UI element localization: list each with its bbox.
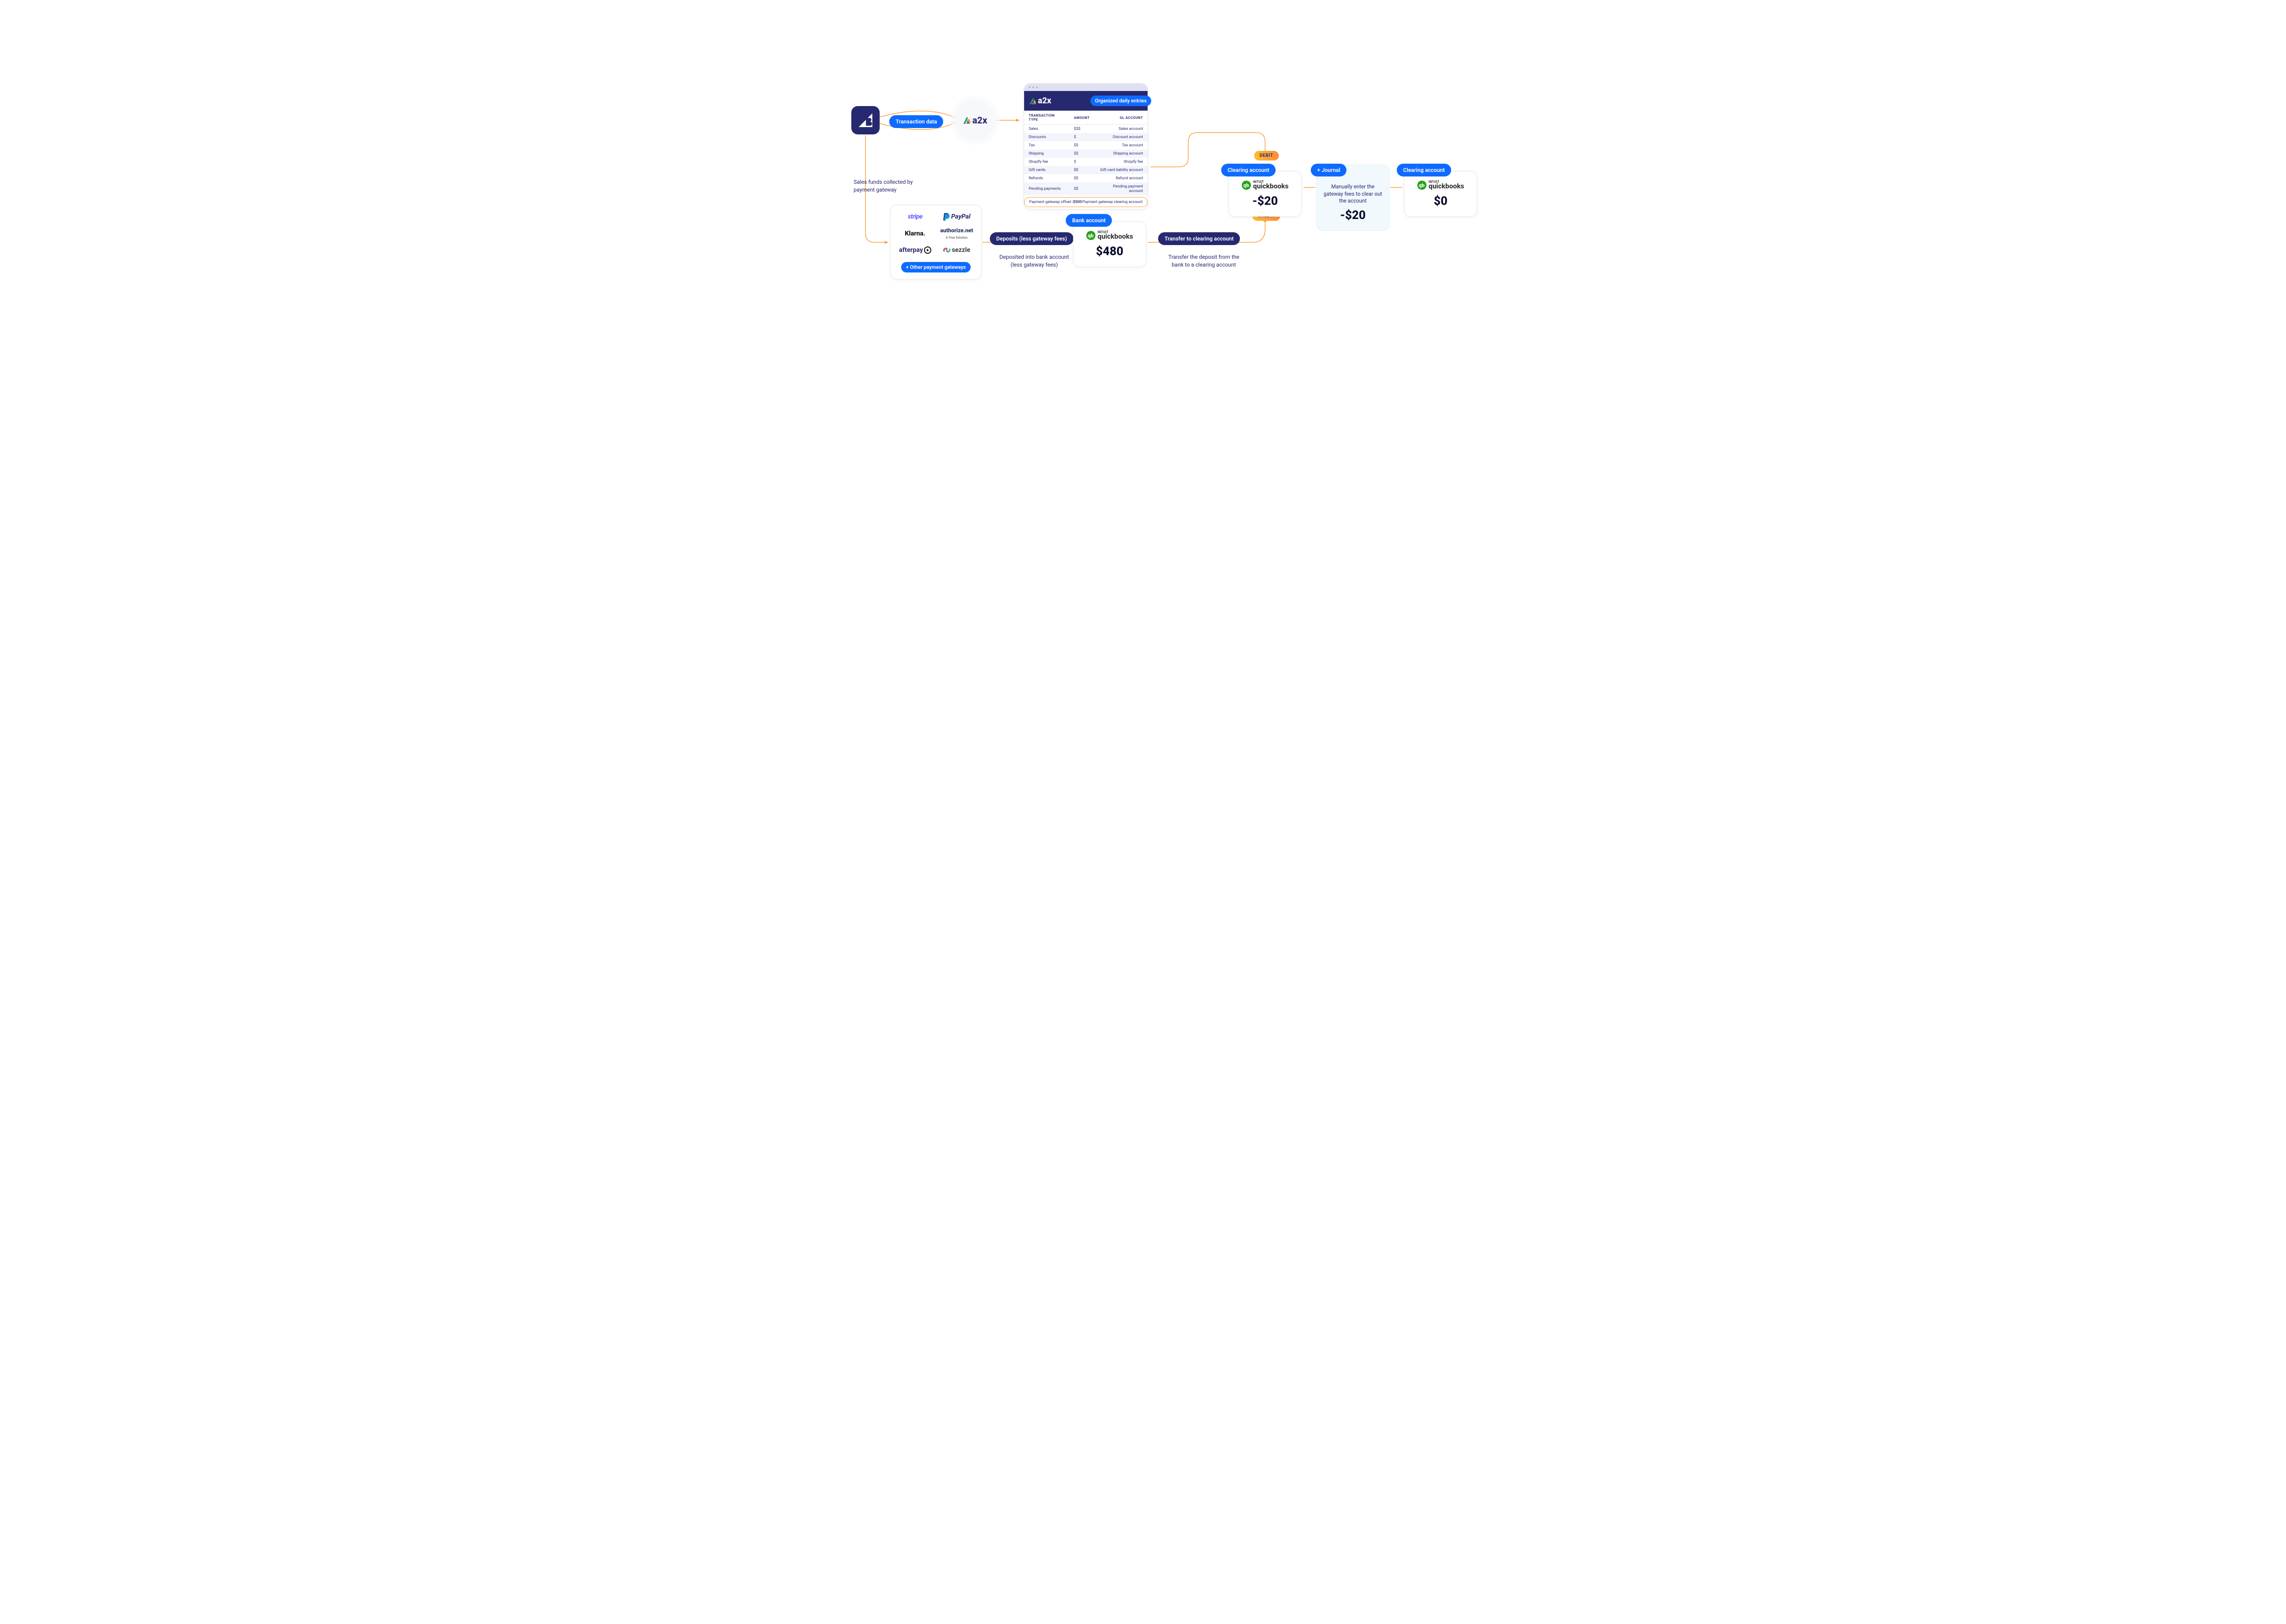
transaction-data-pill: Transaction data	[889, 115, 943, 128]
clearing-amount: -$20	[1234, 194, 1296, 208]
table-row: Refunds$$Refund account	[1024, 174, 1148, 182]
entries-table: TRANSACTION TYPE AMOUNT GL ACCOUNT Sales…	[1024, 111, 1148, 195]
a2x-logo-circle: a2x	[955, 100, 995, 140]
gateway-offset-row: Payment gateway offset -$500 Payment gat…	[1024, 197, 1148, 207]
table-row: Discounts$Discount account	[1024, 133, 1148, 141]
quickbooks-logo: qb INTUITquickbooks	[1234, 181, 1296, 190]
transfer-pill: Transfer to clearing account	[1158, 232, 1240, 245]
table-row: Sales$$$Sales account	[1024, 125, 1148, 134]
bigcommerce-logo	[851, 106, 880, 134]
table-row: Pending payments$$Pending payment accoun…	[1024, 182, 1148, 195]
bank-amount: $480	[1079, 245, 1140, 258]
other-gateways-pill: + Other payment gateways	[901, 262, 970, 272]
organized-entries-pill: Organized daily entries	[1090, 96, 1151, 106]
table-row: Gift cards$$Gift card liability account	[1024, 166, 1148, 174]
quickbooks-logo: qb INTUITquickbooks	[1410, 181, 1471, 190]
a2x-logo: a2x	[1030, 96, 1051, 106]
clearing-quickbooks-card-2: qb INTUITquickbooks $0	[1404, 171, 1477, 217]
clearing-account-pill-1: Clearing account	[1221, 164, 1276, 176]
a2x-entries-window: a2x Organized daily entries TRANSACTION …	[1024, 83, 1148, 209]
payment-gateways-card: stripe PayPal Klarna. authorize.net A Vi…	[890, 205, 982, 279]
clearing-account-pill-2: Clearing account	[1397, 164, 1451, 176]
journal-amount: -$20	[1322, 208, 1383, 222]
plus-journal-pill: + Journal	[1311, 164, 1346, 176]
quickbooks-logo: qb INTUITquickbooks	[1079, 231, 1140, 240]
table-row: Shopify fee$Shopify fee	[1024, 158, 1148, 166]
window-titlebar	[1024, 84, 1148, 91]
transfer-caption: Transfer the deposit from thebank to a c…	[1163, 253, 1245, 269]
authorizenet-logo: authorize.net A Visa Solution	[940, 227, 973, 240]
sales-funds-caption: Sales funds collected by payment gateway	[854, 178, 918, 194]
deposits-pill: Deposits (less gateway fees)	[990, 232, 1074, 245]
table-row: Shipping$$Shipping account	[1024, 150, 1148, 158]
final-amount: $0	[1410, 194, 1471, 208]
clearing-quickbooks-card-1: qb INTUITquickbooks -$20	[1228, 171, 1302, 217]
stripe-logo: stripe	[908, 213, 922, 220]
debit-tag: DEBIT	[1254, 151, 1279, 160]
journal-caption: Manually enter the gateway fees to clear…	[1323, 183, 1383, 205]
sezzle-logo: sezzle	[943, 246, 970, 254]
afterpay-logo: afterpay	[899, 246, 931, 254]
deposits-caption: Deposited into bank account(less gateway…	[995, 253, 1073, 269]
klarna-logo: Klarna.	[905, 230, 925, 237]
bank-quickbooks-card: qb INTUITquickbooks $480	[1073, 221, 1146, 267]
bank-account-pill: Bank account	[1066, 214, 1112, 227]
paypal-logo: PayPal	[943, 213, 970, 221]
table-row: Tax$$Tax account	[1024, 141, 1148, 150]
